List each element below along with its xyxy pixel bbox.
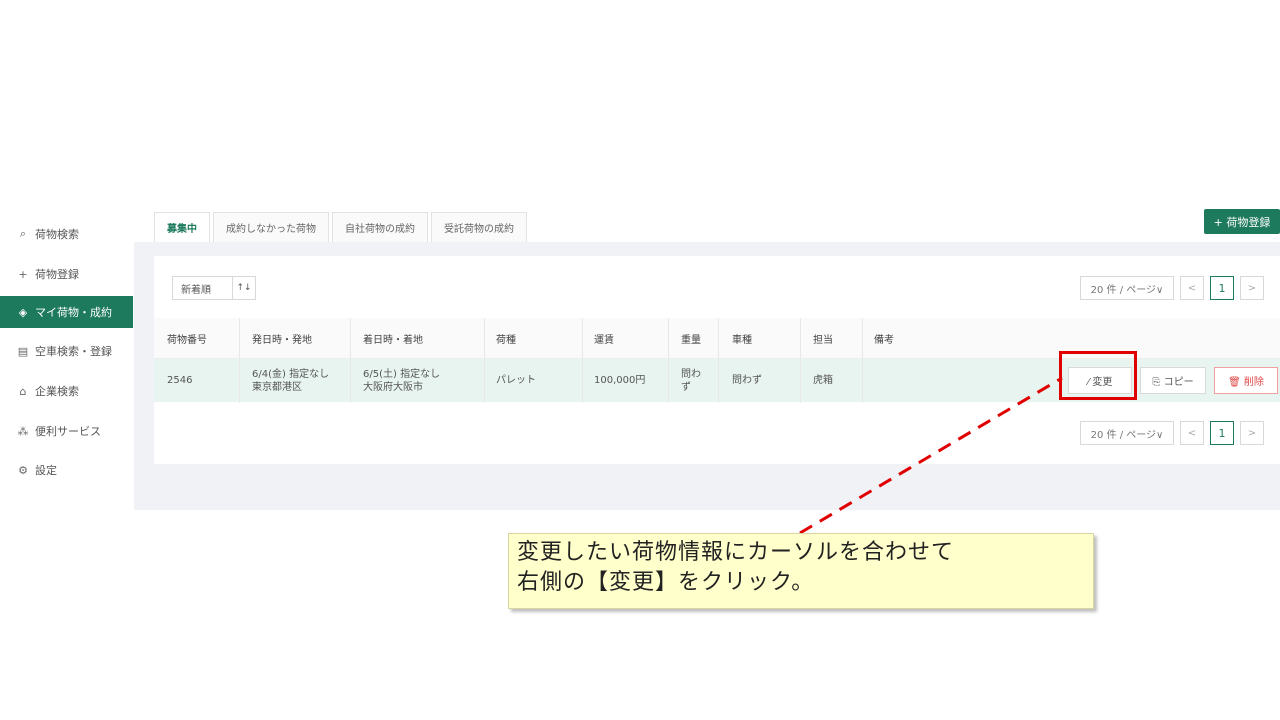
callout-pointer	[799, 376, 1063, 535]
callout-line-1: 変更したい荷物情報にカーソルを合わせて	[517, 540, 955, 565]
instruction-callout: 変更したい荷物情報にカーソルを合わせて 右側の【変更】をクリック。	[508, 533, 1094, 609]
callout-line-2: 右側の【変更】をクリック。	[517, 570, 815, 595]
